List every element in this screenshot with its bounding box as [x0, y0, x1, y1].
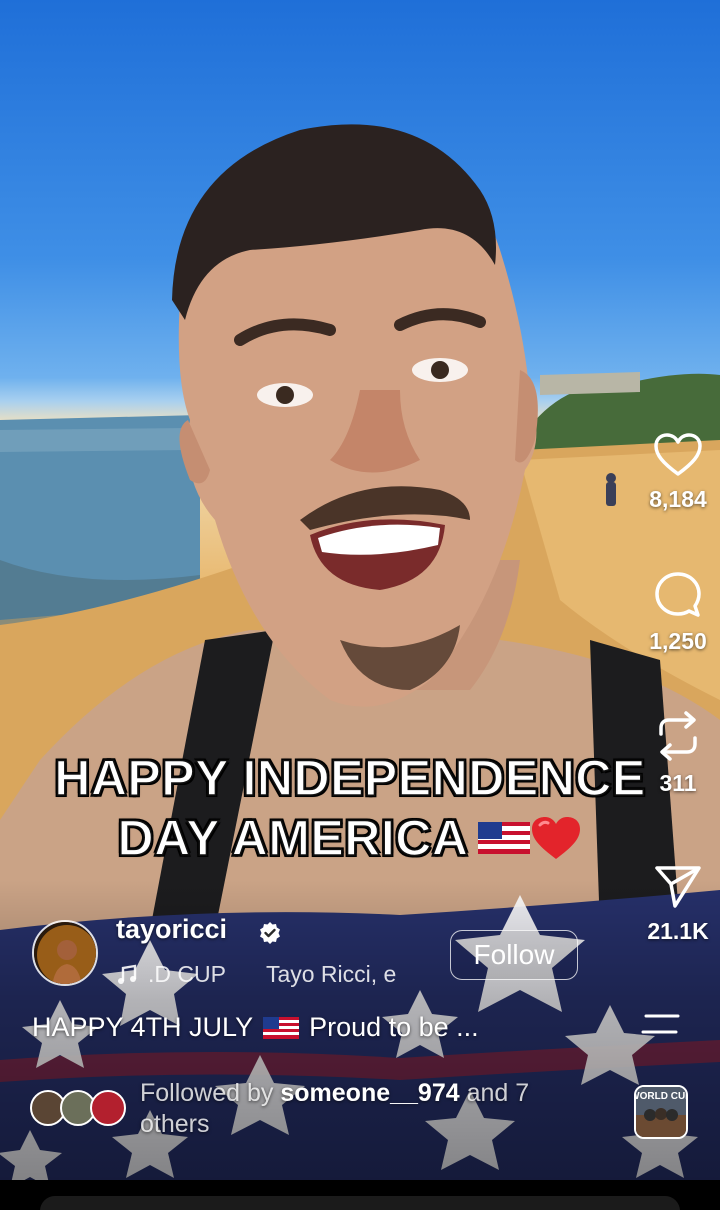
followed-by-prefix: Followed by: [140, 1079, 274, 1107]
followed-by-text: Followed by someone__974 and 7 others: [140, 1078, 600, 1140]
album-label: WORLD CUP: [636, 1091, 686, 1102]
bottom-handle: [40, 1196, 680, 1210]
repost-button[interactable]: 311: [636, 710, 720, 797]
heart-icon: [654, 433, 702, 476]
us-flag-emoji-icon: [263, 1016, 300, 1039]
reel-viewer: HAPPY INDEPENDENCE DAY AMERICA 8,184 1,2…: [0, 0, 720, 1210]
comment-button[interactable]: 1,250: [636, 570, 720, 655]
like-button[interactable]: 8,184: [636, 432, 720, 513]
video-caption: HAPPY INDEPENDENCE DAY AMERICA: [0, 748, 700, 868]
menu-icon[interactable]: [640, 1012, 682, 1036]
followed-by-row[interactable]: Followed by someone__974 and 7 others: [30, 1078, 600, 1140]
follow-button[interactable]: Follow: [450, 930, 578, 980]
comment-icon: [655, 572, 701, 617]
audio-artist: Tayo Ricci, e: [265, 961, 397, 987]
video-frame[interactable]: [0, 0, 720, 1180]
us-flag-emoji-icon: [478, 821, 531, 854]
audio-track-link[interactable]: .D CUP Tayo Ricci, e: [116, 961, 396, 988]
author-avatar[interactable]: [32, 920, 98, 986]
description-text-end: Proud to be ...: [309, 1012, 479, 1042]
audio-album-thumbnail[interactable]: WORLD CUP: [634, 1085, 688, 1139]
caption-line-2-text: DAY AMERICA: [117, 809, 469, 867]
share-button[interactable]: 21.1K: [636, 862, 720, 945]
followed-by-suffix-1: and 7: [466, 1079, 530, 1107]
bottom-bar: [0, 1180, 720, 1210]
followed-by-suffix-2: others: [140, 1110, 210, 1138]
follower-avatar: [90, 1090, 126, 1126]
repost-count: 311: [659, 770, 697, 796]
caption-line-1: HAPPY INDEPENDENCE: [53, 749, 646, 807]
like-count: 8,184: [649, 486, 707, 512]
description-text-start: HAPPY 4TH JULY: [32, 1012, 254, 1042]
repost-icon: [659, 711, 697, 761]
audio-track-title: .D CUP: [148, 961, 226, 987]
followed-by-name: someone__974: [280, 1079, 460, 1107]
music-note-icon: [118, 964, 137, 984]
comment-count: 1,250: [649, 628, 707, 654]
send-icon: [655, 866, 701, 908]
author-username[interactable]: tayoricci: [116, 914, 227, 945]
follower-avatars: [30, 1090, 130, 1130]
share-count: 21.1K: [647, 918, 709, 944]
caption-line-2: DAY AMERICA: [0, 808, 700, 868]
red-heart-emoji-icon: [532, 816, 581, 859]
album-art: WORLD CUP: [636, 1087, 686, 1137]
post-description[interactable]: HAPPY 4TH JULY Proud to be ...: [32, 1012, 479, 1043]
verified-badge-icon: [260, 922, 280, 944]
